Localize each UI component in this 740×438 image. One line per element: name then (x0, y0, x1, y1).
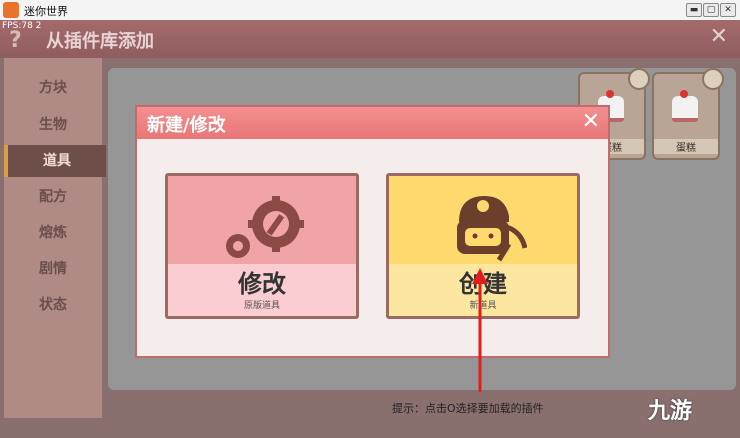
dialog-title: 新建/修改 (147, 115, 226, 136)
window-titlebar: 迷你世界 ▬ ▢ ✕ (0, 0, 740, 21)
modify-label-area: 修改 原版道具 (168, 264, 356, 316)
dialog-close-icon[interactable]: ✕ (582, 109, 600, 134)
close-window-button[interactable]: ✕ (720, 3, 736, 17)
maximize-button[interactable]: ▢ (703, 3, 719, 17)
sidebar-item-items[interactable]: 道具 (4, 145, 106, 177)
category-sidebar: 方块 生物 道具 配方 熔炼 剧情 状态 (4, 58, 106, 418)
window-title: 迷你世界 (24, 5, 68, 18)
hint-text: 提示：点击O选择要加载的插件 (392, 402, 544, 415)
sidebar-item-status[interactable]: 状态 (4, 289, 102, 321)
watermark: 九游 (648, 399, 693, 424)
new-modify-dialog: 新建/修改 ✕ 修改 原版道具 新道具 (135, 105, 610, 358)
cake-icon (672, 90, 698, 122)
select-circle[interactable] (702, 68, 724, 90)
sidebar-item-smelting[interactable]: 熔炼 (4, 217, 102, 249)
sidebar-item-plot[interactable]: 剧情 (4, 253, 102, 285)
close-icon[interactable]: ✕ (710, 24, 728, 49)
select-circle[interactable] (628, 68, 650, 90)
dialog-header: 新建/修改 ✕ (137, 107, 608, 139)
sidebar-item-creatures[interactable]: 生物 (4, 109, 102, 141)
minimize-button[interactable]: ▬ (686, 3, 702, 17)
modify-label: 修改 (238, 270, 286, 298)
miner-icon (457, 196, 527, 262)
modify-button[interactable]: 修改 原版道具 (165, 173, 359, 319)
plugin-card[interactable]: 蛋糕 (652, 68, 724, 160)
sidebar-item-recipes[interactable]: 配方 (4, 181, 102, 213)
app-icon (3, 2, 19, 18)
plugin-library-header: FPS:78 2 ? 从插件库添加 ✕ (0, 20, 740, 58)
modify-sublabel: 原版道具 (243, 301, 280, 311)
dialog-body: 修改 原版道具 创建 新道具 (137, 139, 608, 356)
gear-wrench-icon (226, 196, 304, 258)
page-title: 从插件库添加 (46, 31, 154, 52)
red-arrow-annotation (472, 268, 488, 392)
help-icon[interactable]: ? (9, 28, 22, 53)
sidebar-item-blocks[interactable]: 方块 (4, 72, 102, 104)
card-label: 蛋糕 (654, 139, 718, 154)
